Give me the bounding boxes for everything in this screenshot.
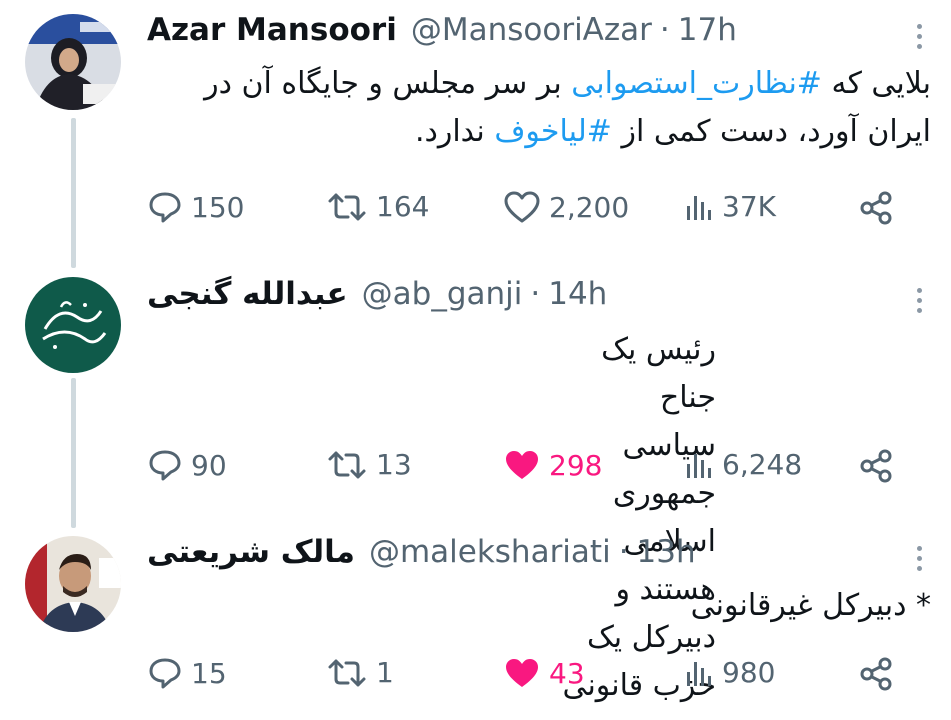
- views-button[interactable]: 6,248: [684, 448, 802, 481]
- views-count: 37K: [722, 190, 776, 223]
- tweet-header: عبدالله گنجی @ab_ganji · 14h: [147, 276, 607, 316]
- separator-dot: ·: [659, 12, 670, 48]
- like-button[interactable]: 43: [503, 656, 585, 690]
- retweet-icon: [328, 451, 366, 478]
- reply-button[interactable]: 90: [147, 448, 227, 482]
- heart-icon: [506, 659, 538, 687]
- user-handle[interactable]: @MansooriAzar: [411, 12, 652, 48]
- reply-count: 150: [191, 190, 245, 224]
- user-handle[interactable]: @malekshariati: [369, 534, 611, 570]
- user-handle[interactable]: @ab_ganji: [362, 276, 523, 312]
- avatar[interactable]: [25, 536, 121, 632]
- text-segment: * دبیرکل غیرقانونی: [690, 588, 931, 623]
- display-name[interactable]: مالک شریعتی: [147, 534, 355, 570]
- separator-dot: ·: [618, 534, 629, 570]
- retweet-count: 13: [376, 448, 412, 481]
- more-vertical-icon[interactable]: [917, 546, 923, 576]
- tweet-actions: 150 164 2,200 37K: [0, 190, 951, 230]
- separator-dot: ·: [530, 276, 541, 312]
- avatar[interactable]: [25, 14, 121, 110]
- views-icon: [687, 661, 711, 686]
- display-name[interactable]: Azar Mansoori: [147, 12, 397, 48]
- more-vertical-icon[interactable]: [917, 24, 923, 54]
- more-vertical-icon[interactable]: [917, 288, 923, 318]
- heart-icon: [504, 191, 540, 223]
- retweet-count: 164: [376, 190, 430, 223]
- retweet-count: 1: [376, 656, 394, 689]
- share-icon: [860, 657, 892, 691]
- reply-icon: [149, 658, 181, 689]
- retweet-icon: [328, 193, 366, 220]
- share-icon: [860, 449, 892, 483]
- reply-count: 15: [191, 656, 227, 690]
- tweet-text: * دبیرکل غیرقانونی: [140, 582, 931, 630]
- like-count: 2,200: [549, 190, 630, 224]
- reply-count: 90: [191, 448, 227, 482]
- like-button[interactable]: 2,200: [503, 190, 629, 224]
- text-segment: بلایی که: [821, 66, 931, 101]
- reply-button[interactable]: 150: [147, 190, 244, 224]
- tweet[interactable]: عبدالله گنجی @ab_ganji · 14h رئیس یک جنا…: [0, 262, 951, 703]
- tweet-text: بلایی که #نظارت_استصوابی بر سر مجلس و جا…: [140, 60, 931, 156]
- share-button[interactable]: [858, 656, 894, 692]
- tweet-actions: 15 1 43 980: [0, 656, 951, 696]
- retweet-button[interactable]: 1: [326, 656, 394, 689]
- hashtag-link[interactable]: #نظارت_استصوابی: [571, 66, 822, 101]
- text-segment: ندارد.: [414, 114, 495, 149]
- views-icon: [687, 195, 711, 220]
- reply-icon: [149, 450, 181, 481]
- hashtag-link[interactable]: #لیاخوف: [494, 114, 612, 149]
- tweet-actions: 90 13 298 6,248: [0, 448, 951, 488]
- like-count: 43: [549, 656, 585, 690]
- share-button[interactable]: [858, 448, 894, 484]
- reply-button[interactable]: 15: [147, 656, 227, 690]
- views-count: 980: [722, 656, 776, 689]
- share-icon: [860, 191, 892, 225]
- views-button[interactable]: 980: [684, 656, 775, 689]
- views-button[interactable]: 37K: [684, 190, 776, 223]
- tweet[interactable]: Azar Mansoori @MansooriAzar · 17h بلایی …: [0, 0, 951, 260]
- views-icon: [687, 453, 711, 478]
- tweet[interactable]: مالک شریعتی @malekshariati · 13h * دبیرک…: [0, 528, 951, 720]
- share-button[interactable]: [858, 190, 894, 226]
- timestamp[interactable]: 13h: [637, 534, 696, 570]
- retweet-button[interactable]: 13: [326, 448, 412, 481]
- timestamp[interactable]: 17h: [678, 12, 737, 48]
- avatar[interactable]: [25, 277, 121, 373]
- retweet-icon: [328, 659, 366, 686]
- display-name[interactable]: عبدالله گنجی: [147, 276, 348, 312]
- like-count: 298: [549, 448, 603, 482]
- reply-icon: [149, 192, 181, 223]
- heart-icon: [506, 451, 538, 479]
- like-button[interactable]: 298: [503, 448, 602, 482]
- tweet-header: Azar Mansoori @MansooriAzar · 17h: [147, 12, 737, 52]
- timestamp[interactable]: 14h: [548, 276, 607, 312]
- tweet-header: مالک شریعتی @malekshariati · 13h: [147, 534, 696, 574]
- views-count: 6,248: [722, 448, 803, 481]
- retweet-button[interactable]: 164: [326, 190, 429, 223]
